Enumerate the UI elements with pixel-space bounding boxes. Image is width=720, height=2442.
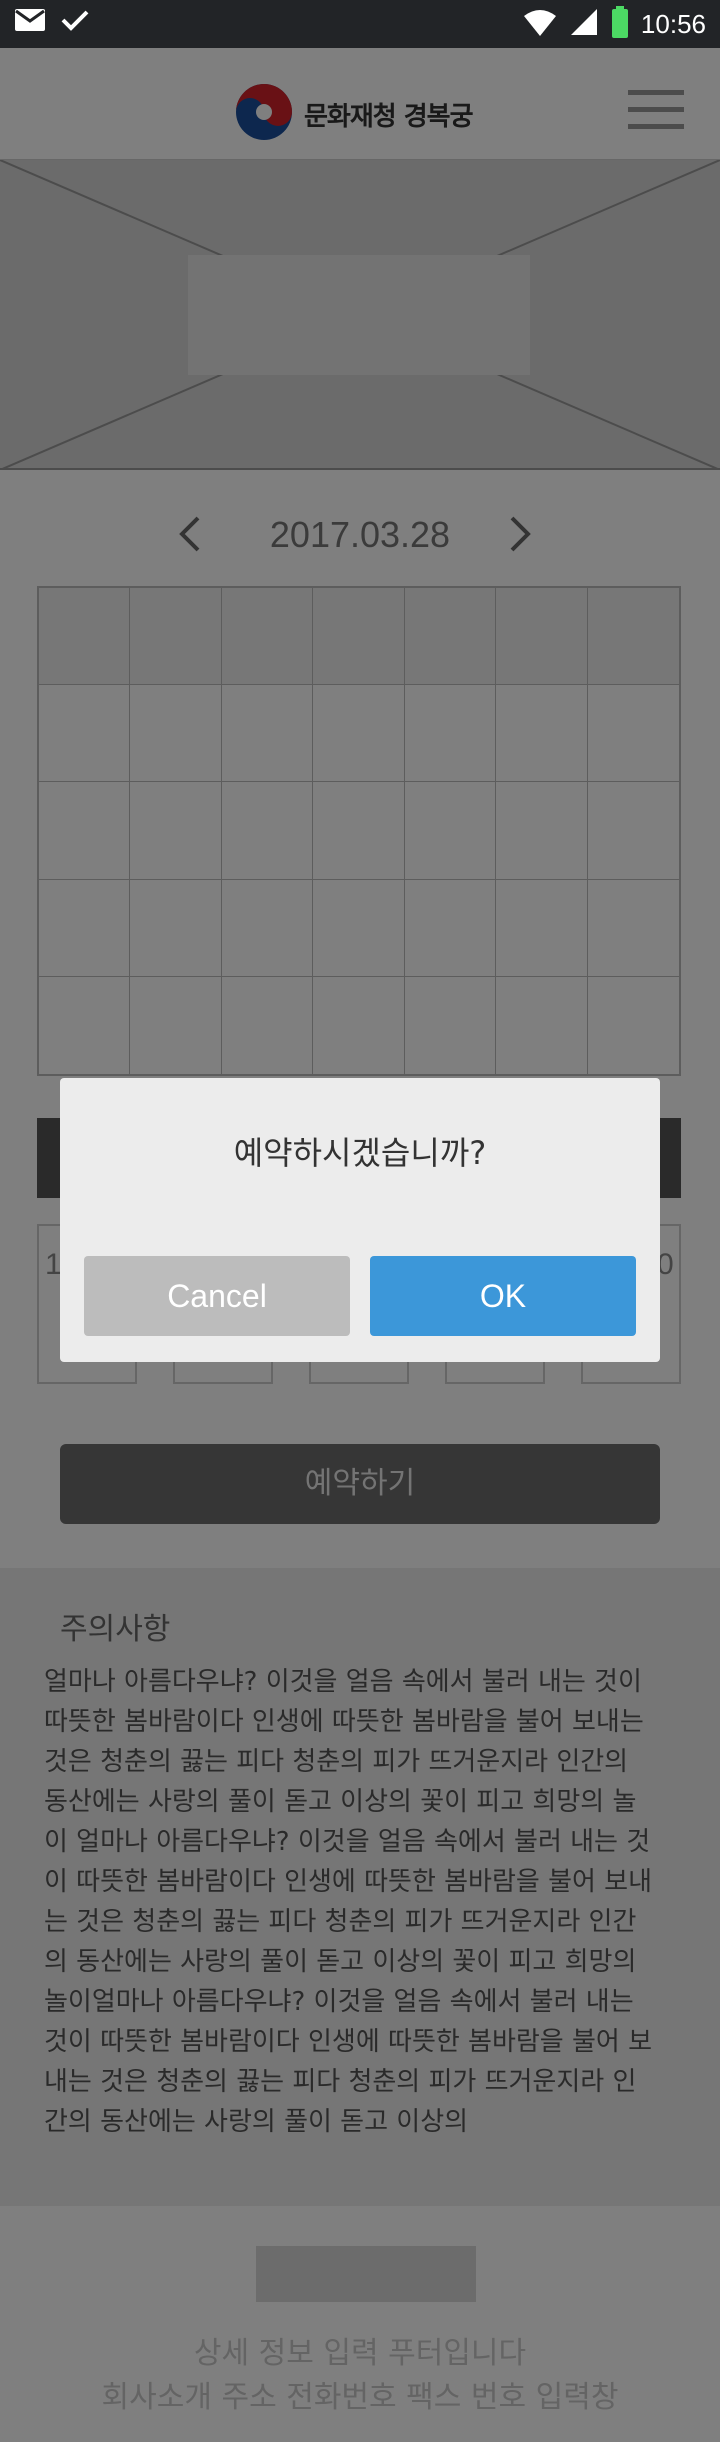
ok-button[interactable]: OK xyxy=(370,1256,636,1336)
cancel-button[interactable]: Cancel xyxy=(84,1256,350,1336)
check-icon xyxy=(60,8,90,36)
clock: 10:56 xyxy=(640,8,706,39)
mail-icon xyxy=(14,8,46,36)
wifi-icon xyxy=(523,8,557,40)
battery-icon xyxy=(611,6,629,42)
confirm-dialog: 예약하시겠습니까? Cancel OK xyxy=(60,1078,660,1362)
dialog-message: 예약하시겠습니까? xyxy=(233,1134,487,1172)
signal-icon xyxy=(569,7,599,41)
status-bar: 10:56 xyxy=(0,0,720,48)
